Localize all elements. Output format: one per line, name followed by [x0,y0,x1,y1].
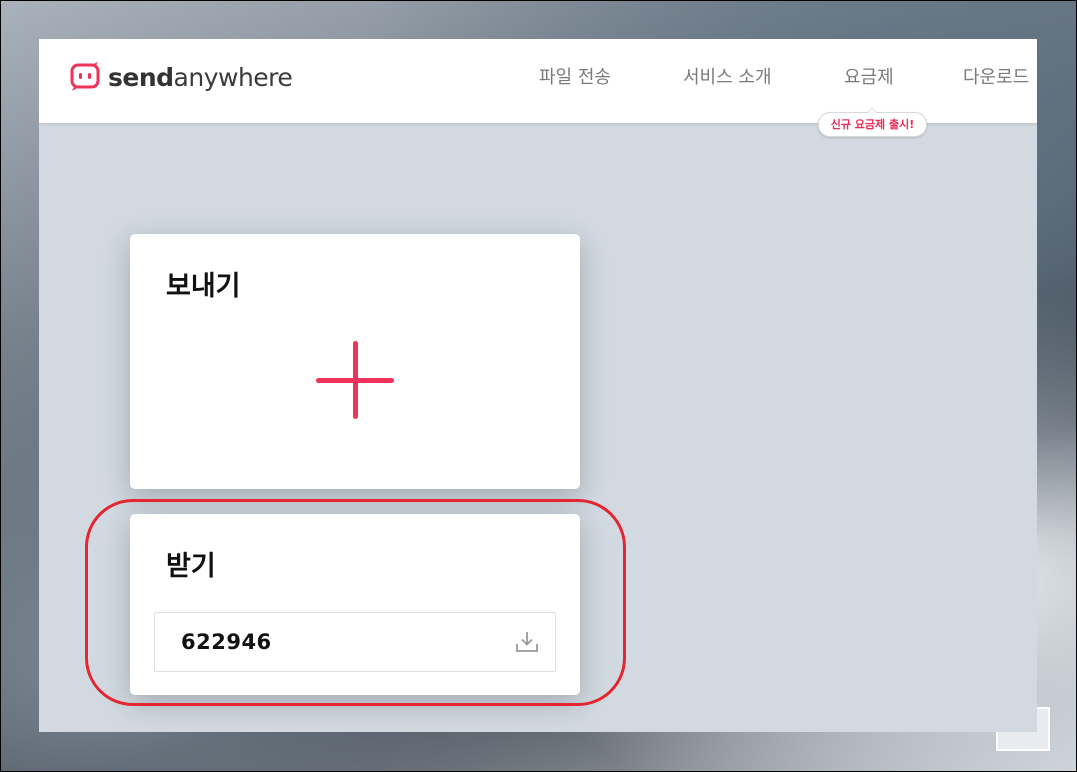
brand-wordmark-bold: send [108,62,174,92]
brand-wordmark-rest: anywhere [173,62,293,92]
top-navigation-bar: sendanywhere 파일 전송 서비스 소개 요금제 다운로드 [39,39,1037,123]
send-title: 보내기 [166,271,241,302]
brand-wordmark: sendanywhere [108,62,293,92]
send-card[interactable]: 보내기 [130,234,580,489]
nav-item-service-intro[interactable]: 서비스 소개 [683,63,772,89]
nav-item-file-transfer[interactable]: 파일 전송 [539,63,611,89]
highlight-annotation-circle [85,499,626,706]
nav-item-pricing[interactable]: 요금제 [844,63,894,89]
nav-item-download[interactable]: 다운로드 [963,63,1029,89]
plus-icon[interactable] [316,341,394,419]
chat-bubble-arrows-icon [70,62,100,91]
brand-logo[interactable]: sendanywhere [69,60,293,94]
new-pricing-badge[interactable]: 신규 요금제 출시! [818,107,927,137]
